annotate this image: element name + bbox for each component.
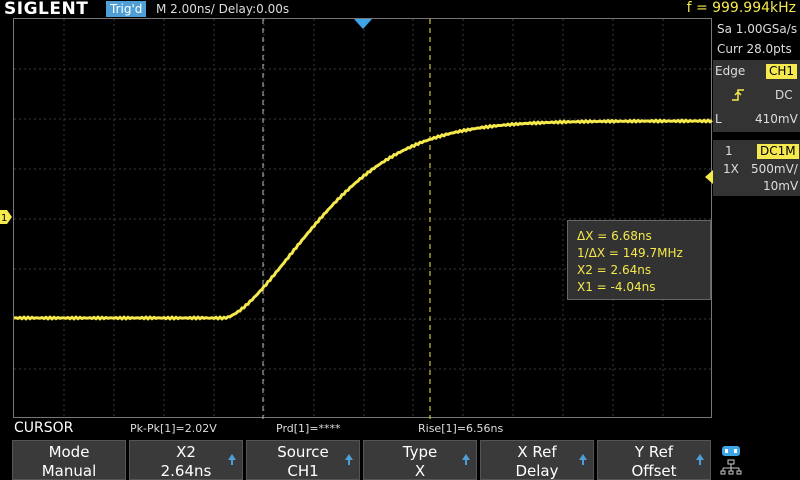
x2-readout: X2 = 2.64ns (577, 263, 652, 277)
right-info-panel: Sa 1.00GSa/s Curr 28.0pts Edge CH1 DC L … (713, 18, 800, 418)
adjust-knob-icon (696, 454, 704, 465)
softkey-value: 2.64ns (160, 462, 212, 480)
channel-offset: 10mV (763, 179, 799, 193)
softkey-mode[interactable]: Mode Manual (12, 440, 126, 480)
timebase-readout: M 2.00ns/ Delay:0.00s (156, 2, 290, 16)
softkey-label: Y Ref (634, 443, 674, 461)
softkey-label: X2 (176, 443, 196, 461)
softkey-label: X Ref (517, 443, 557, 461)
softkey-type[interactable]: Type X (363, 440, 477, 480)
trigger-level-label: L (715, 112, 722, 126)
pk-pk-measurement: Pk-Pk[1]=2.02V (130, 422, 217, 435)
adjust-knob-icon (228, 454, 236, 465)
probe-attenuation: 1X (723, 162, 739, 176)
sample-rate: Sa 1.00GSa/s (717, 22, 798, 36)
waveform-display[interactable] (13, 18, 713, 419)
graticule (14, 19, 713, 419)
inverse-delta-x-readout: 1/ΔX = 149.7MHz (577, 246, 683, 260)
softkey-label: Mode (48, 443, 90, 461)
trigger-status-badge: Trig'd (106, 1, 147, 17)
menu-title: CURSOR (14, 420, 74, 436)
frequency-readout: f = 999.994kHz (686, 0, 796, 16)
trigger-info-box[interactable]: Edge CH1 DC L 410mV (713, 60, 800, 132)
channel1-info-box[interactable]: 1 DC1M 1X 500mV/ 10mV (713, 140, 800, 196)
softkey-label: Source (277, 443, 329, 461)
adjust-knob-icon (345, 454, 353, 465)
trigger-level-marker (705, 170, 713, 184)
softkey-label: Type (402, 443, 438, 461)
period-measurement: Prd[1]=**** (276, 422, 341, 435)
network-usb-status-icon (720, 446, 742, 475)
volts-per-div: 500mV/ (751, 162, 798, 176)
softkey-y-ref[interactable]: Y Ref Offset (597, 440, 711, 480)
status-bar: SIGLENT Trig'd M 2.00ns/ Delay:0.00s f =… (0, 0, 800, 19)
ch1-ground-marker: 1 (0, 210, 12, 224)
softkey-menu: Mode Manual X2 2.64ns Source CH1 Type X … (0, 438, 800, 480)
softkey-x-ref[interactable]: X Ref Delay (480, 440, 594, 480)
brand-logo: SIGLENT (4, 0, 89, 19)
current-points: Curr 28.0pts (717, 42, 792, 56)
trigger-source-tag: CH1 (766, 64, 798, 79)
cursor-readout-box: ΔX = 6.68ns 1/ΔX = 149.7MHz X2 = 2.64ns … (567, 220, 711, 300)
softkey-value: CH1 (287, 462, 319, 480)
channel-number: 1 (725, 144, 733, 158)
softkey-source[interactable]: Source CH1 (246, 440, 360, 480)
softkey-value: Offset (631, 462, 677, 480)
adjust-knob-icon (462, 454, 470, 465)
rise-time-measurement: Rise[1]=6.56ns (418, 422, 504, 435)
trigger-position-marker (354, 19, 372, 29)
measurement-bar: CURSOR Pk-Pk[1]=2.02V Prd[1]=**** Rise[1… (0, 420, 800, 438)
rising-edge-icon (732, 89, 744, 101)
softkey-x2[interactable]: X2 2.64ns (129, 440, 243, 480)
trigger-level: 410mV (755, 112, 798, 126)
adjust-knob-icon (579, 454, 587, 465)
delta-x-readout: ΔX = 6.68ns (577, 229, 652, 243)
trigger-coupling: DC (775, 88, 793, 102)
waveform-svg (14, 19, 713, 419)
softkey-value: Delay (515, 462, 559, 480)
softkey-value: Manual (41, 462, 97, 480)
softkey-value: X (414, 462, 426, 480)
trigger-type: Edge (715, 64, 746, 78)
channel-coupling-tag: DC1M (757, 144, 799, 159)
svg-text:1: 1 (1, 213, 7, 224)
x1-readout: X1 = -4.04ns (577, 280, 656, 294)
